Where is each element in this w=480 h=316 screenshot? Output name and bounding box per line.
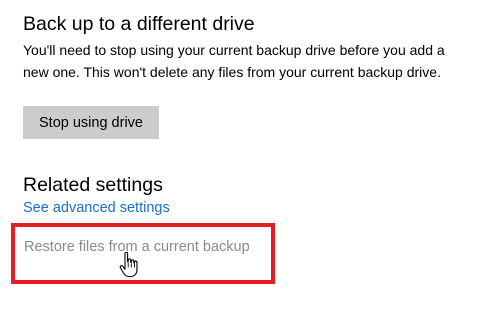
backup-section-title: Back up to a different drive [23, 13, 255, 35]
related-settings-title: Related settings [23, 174, 163, 196]
hand-pointer-icon [119, 252, 138, 278]
see-advanced-settings-link[interactable]: See advanced settings [23, 200, 170, 216]
backup-description: You'll need to stop using your current b… [23, 42, 445, 80]
stop-using-drive-button[interactable]: Stop using drive [23, 106, 159, 139]
